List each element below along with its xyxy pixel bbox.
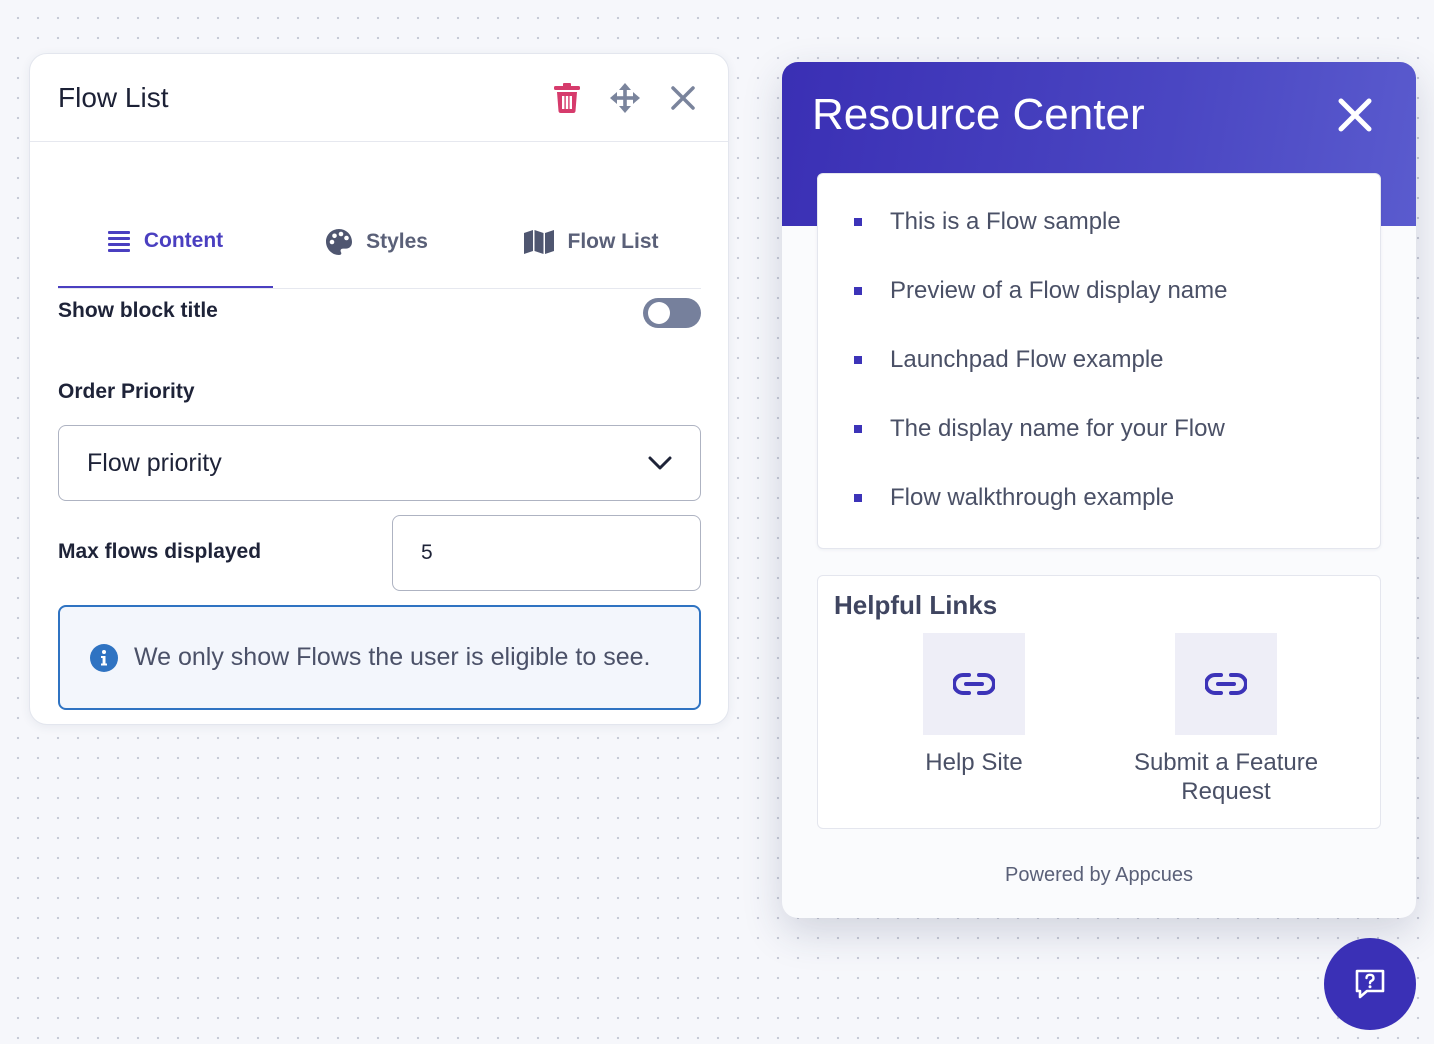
flow-name: The display name for your Flow — [890, 415, 1225, 442]
bullet — [854, 356, 862, 364]
bullet — [854, 218, 862, 226]
eligibility-info-box: We only show Flows the user is eligible … — [58, 605, 701, 710]
help-launcher-button[interactable] — [1324, 938, 1416, 1030]
panel-header: Flow List — [30, 54, 728, 142]
bullet — [854, 425, 862, 433]
info-icon — [90, 643, 118, 672]
close-icon[interactable] — [1336, 96, 1374, 134]
order-priority-select[interactable]: Flow priority — [58, 425, 701, 501]
map-icon — [523, 229, 554, 254]
link-icon — [953, 673, 995, 695]
help-site-tile[interactable] — [923, 633, 1025, 735]
feature-request-tile[interactable] — [1175, 633, 1277, 735]
panel-title: Flow List — [58, 81, 169, 113]
toggle-knob — [648, 302, 670, 324]
bullet — [854, 494, 862, 502]
order-priority-value: Flow priority — [87, 448, 222, 477]
flow-name: Launchpad Flow example — [890, 346, 1164, 373]
max-flows-input[interactable]: 5 — [392, 515, 701, 591]
tab-content-label: Content — [143, 228, 224, 252]
close-icon[interactable] — [666, 81, 700, 115]
show-block-title-label: Show block title — [58, 299, 218, 322]
question-chat-icon — [1355, 969, 1385, 999]
palette-icon — [326, 228, 353, 255]
flow-list-card: This is a Flow sample Preview of a Flow … — [817, 173, 1381, 549]
order-priority-label: Order Priority — [58, 380, 195, 403]
chevron-down-icon — [648, 456, 672, 470]
info-text: We only show Flows the user is eligible … — [134, 643, 651, 671]
flow-name: This is a Flow sample — [890, 208, 1121, 235]
resource-center-preview: Resource Center This is a Flow sample Pr… — [782, 62, 1416, 918]
list-item[interactable]: The display name for your Flow — [854, 414, 1225, 444]
link-icon — [1205, 673, 1247, 695]
tab-styles[interactable]: Styles — [273, 195, 481, 288]
max-flows-label: Max flows displayed — [58, 540, 262, 563]
helpful-links-card: Helpful Links Help Site Submit a Feature… — [817, 575, 1381, 829]
trash-icon[interactable] — [550, 81, 584, 115]
helpful-links-title: Helpful Links — [834, 590, 998, 620]
show-block-title-toggle[interactable] — [643, 298, 701, 328]
list-icon — [107, 230, 130, 252]
tab-bar: Content Styles Flow List — [58, 195, 701, 289]
tab-flow-list[interactable]: Flow List — [481, 195, 701, 288]
list-item[interactable]: Launchpad Flow example — [854, 345, 1164, 375]
list-item[interactable]: Preview of a Flow display name — [854, 276, 1227, 306]
tab-flow-list-label: Flow List — [567, 229, 659, 253]
flow-name: Preview of a Flow display name — [890, 277, 1228, 304]
max-flows-value: 5 — [421, 541, 433, 564]
resource-center-title: Resource Center — [812, 90, 1145, 139]
tab-content[interactable]: Content — [58, 195, 273, 288]
block-editor-panel: Flow List Content Styles Flow List Show … — [29, 53, 729, 725]
feature-request-label-line2: Request — [1181, 778, 1271, 805]
feature-request-label[interactable]: Submit a Feature Request — [1106, 748, 1346, 806]
tab-styles-label: Styles — [366, 229, 428, 253]
powered-by-footer: Powered by Appcues — [1005, 864, 1193, 886]
move-icon[interactable] — [608, 81, 642, 115]
flow-name: Flow walkthrough example — [890, 484, 1175, 511]
help-site-label[interactable]: Help Site — [874, 748, 1074, 777]
feature-request-label-line1: Submit a Feature — [1133, 749, 1319, 776]
list-item[interactable]: Flow walkthrough example — [854, 483, 1174, 513]
bullet — [854, 287, 862, 295]
list-item[interactable]: This is a Flow sample — [854, 207, 1121, 237]
